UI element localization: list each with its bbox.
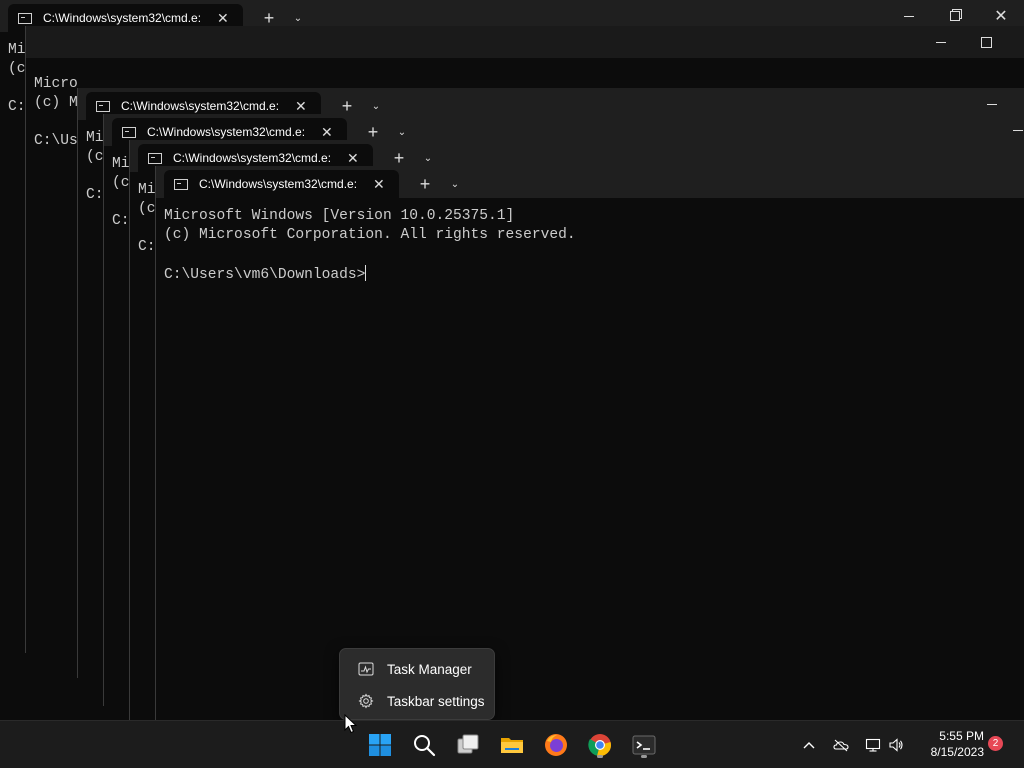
firefox-button[interactable] xyxy=(540,729,572,761)
search-icon xyxy=(414,735,436,757)
tab[interactable]: C:\Windows\system32\cmd.e: ✕ xyxy=(164,170,399,198)
clock-time: 5:55 PM xyxy=(939,729,984,743)
start-icon xyxy=(369,734,391,756)
text-caret xyxy=(365,265,367,281)
title-bar[interactable] xyxy=(26,26,1024,58)
terminal-line: (c) Microsoft Corporation. All rights re… xyxy=(164,227,576,243)
cmd-icon xyxy=(122,126,136,138)
title-bar[interactable]: C:\Windows\system32\cmd.e: ✕ + ⌄ xyxy=(156,166,1024,198)
task-view-button[interactable] xyxy=(452,729,484,761)
firefox-icon xyxy=(545,734,567,756)
notification-badge[interactable]: 2 xyxy=(988,736,1003,751)
start-button[interactable] xyxy=(364,729,396,761)
cmd-icon xyxy=(18,12,32,24)
tab-title: C:\Windows\system32\cmd.e: xyxy=(199,177,358,191)
terminal-output[interactable]: Microsoft Windows [Version 10.0.25375.1]… xyxy=(156,198,1024,720)
terminal-button[interactable] xyxy=(628,729,660,761)
menu-item-label: Taskbar settings xyxy=(387,693,485,709)
onedrive-button[interactable] xyxy=(830,733,852,757)
file-explorer-icon xyxy=(501,738,523,753)
network-icon xyxy=(865,738,881,752)
chrome-icon xyxy=(588,734,611,756)
chevron-up-icon xyxy=(803,742,815,749)
tab-close-icon[interactable]: ✕ xyxy=(347,151,359,165)
tab-title: C:\Windows\system32\cmd.e: xyxy=(43,11,202,25)
running-indicator xyxy=(597,755,603,758)
chrome-button[interactable] xyxy=(584,729,616,761)
cmd-window-front[interactable]: C:\Windows\system32\cmd.e: ✕ + ⌄ Microso… xyxy=(155,166,1024,720)
file-explorer-button[interactable] xyxy=(496,729,528,761)
menu-item-task-manager[interactable]: Task Manager xyxy=(344,653,490,685)
new-tab-button[interactable]: + xyxy=(411,170,439,198)
task-view-icon xyxy=(457,734,479,754)
taskbar-context-menu: Task Manager Taskbar settings xyxy=(339,648,495,720)
cmd-icon xyxy=(96,100,110,112)
cmd-icon xyxy=(148,152,162,164)
volume-button[interactable] xyxy=(885,733,907,757)
prompt-line[interactable]: C:\Users\vm6\Downloads> xyxy=(164,265,1016,284)
gear-icon xyxy=(358,693,374,709)
running-indicator xyxy=(641,755,647,758)
search-button[interactable] xyxy=(408,729,440,761)
mouse-cursor-icon xyxy=(344,714,358,734)
terminal-icon xyxy=(632,735,656,755)
tab-dropdown-button[interactable]: ⌄ xyxy=(445,170,465,198)
tab-close-icon[interactable]: ✕ xyxy=(321,125,333,139)
maximize-button[interactable] xyxy=(963,26,1009,58)
menu-item-taskbar-settings[interactable]: Taskbar settings xyxy=(344,685,490,717)
tab-close-icon[interactable]: ✕ xyxy=(295,99,307,113)
tab-close-icon[interactable]: ✕ xyxy=(373,177,385,191)
prompt-text: C:\Users\vm6\Downloads> xyxy=(164,267,366,283)
network-button[interactable] xyxy=(862,733,884,757)
show-hidden-icons-button[interactable] xyxy=(798,733,820,757)
minimize-button[interactable] xyxy=(918,26,964,58)
tab-title: C:\Windows\system32\cmd.e: xyxy=(173,151,332,165)
onedrive-icon xyxy=(833,739,849,752)
tab-title: C:\Windows\system32\cmd.e: xyxy=(147,125,306,139)
volume-icon xyxy=(889,738,903,752)
tab-close-icon[interactable]: ✕ xyxy=(217,11,229,25)
clock[interactable]: 5:55 PM 8/15/2023 xyxy=(912,728,984,760)
menu-item-label: Task Manager xyxy=(387,661,472,677)
taskbar[interactable]: 5:55 PM 8/15/2023 xyxy=(0,720,1024,768)
cmd-icon xyxy=(174,178,188,190)
tab-title: C:\Windows\system32\cmd.e: xyxy=(121,99,280,113)
terminal-line: Microsoft Windows [Version 10.0.25375.1] xyxy=(164,208,515,224)
clock-date: 8/15/2023 xyxy=(930,745,984,759)
task-manager-icon xyxy=(358,662,374,676)
